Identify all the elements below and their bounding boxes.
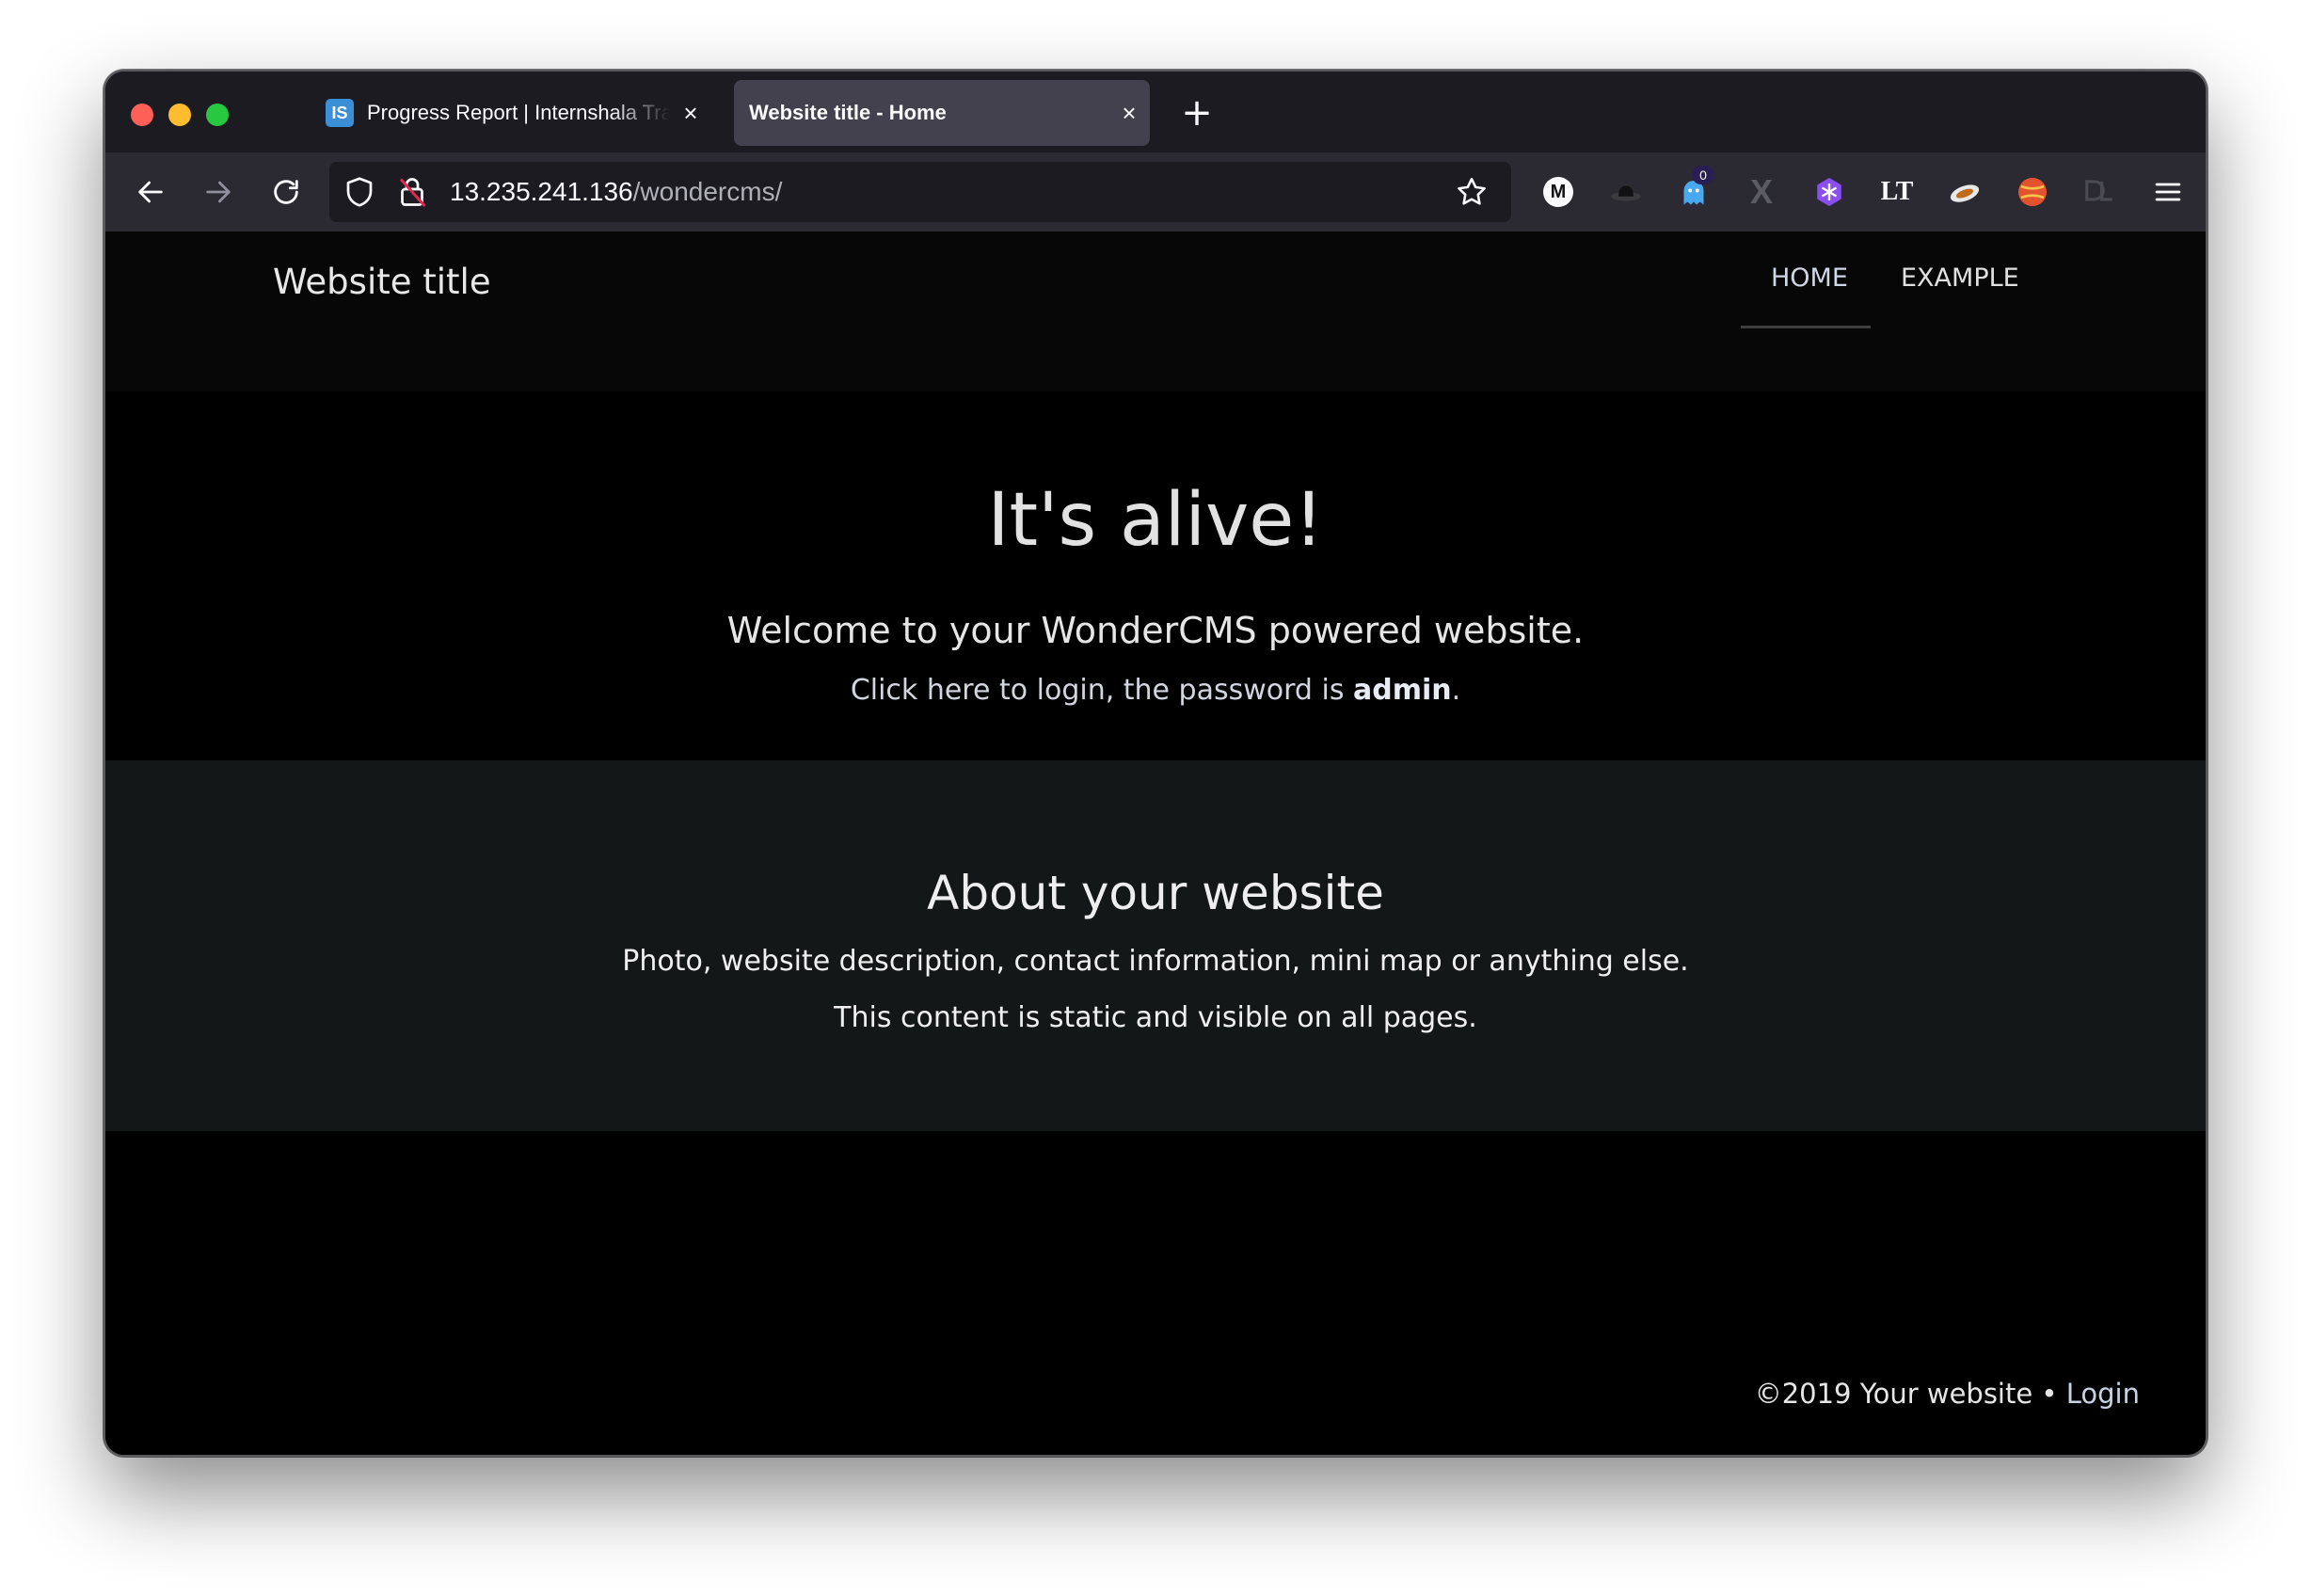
- close-tab-icon[interactable]: ×: [1108, 99, 1150, 128]
- minimize-window-button[interactable]: [168, 104, 191, 126]
- tab-website-home[interactable]: Website title - Home ×: [734, 80, 1150, 146]
- site-header: Website title HOME EXAMPLE: [105, 231, 2206, 391]
- nav-home[interactable]: HOME: [1771, 263, 1848, 293]
- hero-section: It's alive! Welcome to your WonderCMS po…: [105, 391, 2206, 760]
- footer-login-link[interactable]: Login: [2066, 1378, 2140, 1410]
- forward-icon[interactable]: [196, 169, 241, 215]
- tab-progress-report[interactable]: IS Progress Report | Internshala Trainin…: [316, 80, 711, 146]
- hero-subheading: Welcome to your WonderCMS powered websit…: [726, 610, 1585, 651]
- hat-extension-icon[interactable]: [1603, 169, 1649, 215]
- back-icon[interactable]: [128, 169, 173, 215]
- ghost-badge: 0: [1692, 166, 1714, 184]
- nav-example[interactable]: EXAMPLE: [1901, 263, 2019, 293]
- snowflake-extension-icon[interactable]: [1807, 169, 1852, 215]
- dl-extension-icon[interactable]: [2078, 169, 2123, 215]
- tab-title: Progress Report | Internshala Trainings: [367, 101, 670, 124]
- active-nav-indicator: [1741, 326, 1871, 328]
- close-tab-icon[interactable]: ×: [670, 99, 711, 128]
- ball-extension-icon[interactable]: [2010, 169, 2055, 215]
- footer-copyright: ©2019 Your website: [1754, 1378, 2033, 1410]
- url-text[interactable]: 13.235.241.136/wondercms/: [450, 177, 782, 207]
- close-window-button[interactable]: [131, 104, 153, 126]
- about-text-line-2: This content is static and visible on al…: [834, 1001, 1477, 1034]
- site-title[interactable]: Website title: [273, 262, 491, 302]
- url-path: /wondercms/: [632, 177, 783, 206]
- lt-extension-icon[interactable]: LT: [1874, 169, 1920, 215]
- admin-password: admin: [1353, 674, 1452, 707]
- navigation-toolbar: 13.235.241.136/wondercms/ M 0 X LT: [105, 152, 2206, 231]
- fox-extension-icon[interactable]: [1942, 169, 1987, 215]
- web-page: Website title HOME EXAMPLE It's alive! W…: [105, 231, 2206, 1455]
- site-footer: ©2019 Your website • Login: [105, 1131, 2206, 1455]
- reload-icon[interactable]: [263, 169, 309, 215]
- shield-icon[interactable]: [343, 175, 376, 213]
- m-extension-icon[interactable]: M: [1536, 169, 1581, 215]
- footer-text: ©2019 Your website • Login: [1755, 1378, 2140, 1410]
- login-hint[interactable]: Click here to login, the password is adm…: [105, 674, 2206, 707]
- tab-title: Website title - Home: [749, 101, 947, 124]
- ghost-extension-icon[interactable]: 0: [1671, 166, 1716, 215]
- url-host: 13.235.241.136: [450, 177, 633, 206]
- hero-heading: It's alive!: [987, 478, 1324, 563]
- insecure-lock-icon[interactable]: [395, 175, 429, 213]
- browser-window: IS Progress Report | Internshala Trainin…: [104, 70, 2207, 1457]
- x-extension-icon[interactable]: X: [1739, 169, 1784, 215]
- new-tab-button[interactable]: +: [1171, 87, 1223, 139]
- tab-strip: IS Progress Report | Internshala Trainin…: [105, 72, 2206, 152]
- login-hint-suffix: .: [1451, 674, 1461, 707]
- internshala-favicon-icon: IS: [326, 99, 354, 127]
- footer-separator: •: [2032, 1378, 2066, 1410]
- about-text-line-1: Photo, website description, contact info…: [622, 945, 1689, 978]
- maximize-window-button[interactable]: [206, 104, 229, 126]
- about-heading: About your website: [927, 866, 1384, 920]
- url-bar[interactable]: 13.235.241.136/wondercms/: [329, 162, 1511, 222]
- login-hint-text: Click here to login, the password is: [850, 674, 1354, 707]
- bookmark-star-icon[interactable]: [1455, 175, 1489, 213]
- menu-icon[interactable]: [2145, 169, 2191, 215]
- about-section: About your website Photo, website descri…: [105, 760, 2206, 1131]
